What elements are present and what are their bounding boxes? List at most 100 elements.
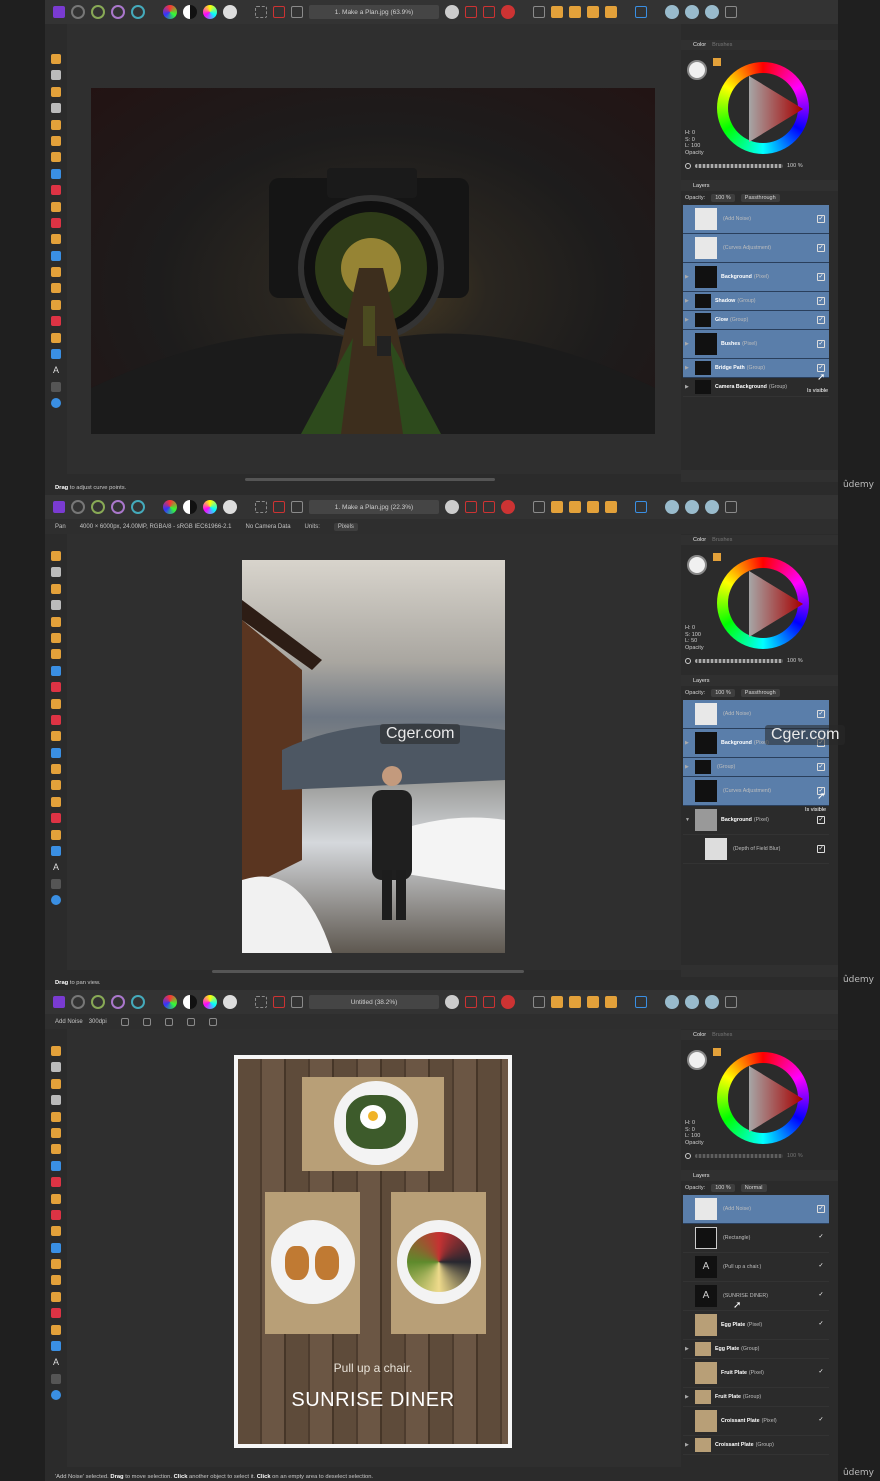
fill-swatch[interactable] (687, 60, 707, 80)
no-color-icon[interactable] (685, 163, 691, 169)
mesh-warp-tool-icon[interactable] (51, 878, 61, 889)
shape-tool-icon[interactable] (51, 349, 61, 360)
pan-tool-icon[interactable] (51, 551, 61, 561)
canvas-area[interactable]: Cger.com (67, 534, 681, 973)
layer-row[interactable]: ▶Background(Pixel)✓ (683, 263, 829, 292)
opacity-slider[interactable]: 100 % (685, 1152, 833, 1160)
order-back-icon[interactable] (551, 996, 563, 1008)
snapping-icon[interactable] (483, 501, 495, 513)
layer-opacity-field[interactable]: 100 % (711, 689, 735, 697)
layer-row[interactable]: (Add Noise) ✓ (683, 205, 829, 234)
settings-icon[interactable] (705, 500, 719, 514)
zoom-tool-icon[interactable] (51, 1390, 61, 1401)
move-tool-icon[interactable] (51, 70, 61, 81)
fill-swatch[interactable] (687, 1050, 707, 1070)
flood-select-tool-icon[interactable] (51, 135, 61, 146)
bw-icon[interactable] (183, 995, 197, 1009)
deselect-icon[interactable] (273, 996, 285, 1008)
expand-icon[interactable]: ▶ (685, 764, 689, 770)
layer-row[interactable]: A (Pull up a chair.) ✓ (683, 1253, 829, 1282)
visibility-checkbox[interactable]: ✓ (817, 316, 825, 324)
shape-tool-icon[interactable] (51, 846, 61, 857)
layers-title[interactable]: Layers (693, 678, 710, 684)
layer-row[interactable]: Fruit Plate (Pixel) ✓ (683, 1359, 829, 1388)
layer-opacity-field[interactable]: 100 % (711, 1184, 735, 1192)
clone-tool-icon[interactable] (51, 764, 61, 775)
deselect-icon[interactable] (273, 501, 285, 513)
magnet-icon[interactable] (501, 500, 515, 514)
fill-swatch[interactable] (687, 555, 707, 575)
visibility-checkbox[interactable]: ✓ (817, 1321, 825, 1329)
order-front-icon[interactable] (587, 6, 599, 18)
studio-icon[interactable] (685, 5, 699, 19)
expand-icon[interactable]: ▶ (685, 1346, 689, 1352)
color-triangle[interactable] (733, 74, 805, 144)
crop-tool-icon[interactable] (51, 1095, 61, 1106)
move-tool-icon[interactable] (51, 1062, 61, 1073)
visibility-checkbox[interactable]: ✓ (817, 273, 825, 281)
blemish-tool-icon[interactable] (51, 283, 61, 294)
flood-fill-tool-icon[interactable] (51, 1160, 61, 1171)
persona-export-icon[interactable] (131, 5, 145, 19)
tab-brushes[interactable]: Brushes (712, 1032, 732, 1038)
gradient-tool-icon[interactable] (51, 185, 61, 196)
arrange-icon[interactable] (533, 6, 545, 18)
blend-mode-select[interactable]: Passthrough (740, 689, 780, 697)
erase-tool-icon[interactable] (51, 731, 61, 742)
color-picker-tool-icon[interactable] (51, 86, 61, 97)
bw-icon[interactable] (183, 5, 197, 19)
visibility-checkbox[interactable]: ✓ (817, 1234, 825, 1242)
layer-row[interactable]: ▶ Shadow (Group) ✓ (683, 292, 829, 311)
magnet-icon[interactable] (501, 995, 515, 1009)
assistant-icon[interactable] (665, 5, 679, 19)
dodge-tool-icon[interactable] (51, 747, 61, 758)
flood-fill-tool-icon[interactable] (51, 168, 61, 179)
settings-icon[interactable] (705, 5, 719, 19)
color-replace-tool-icon[interactable] (51, 1209, 61, 1220)
layer-row[interactable]: ▶ Egg Plate (Group) (683, 1340, 829, 1359)
app-logo-icon[interactable] (53, 6, 65, 18)
bw-icon[interactable] (183, 500, 197, 514)
app-logo-icon[interactable] (53, 501, 65, 513)
expand-icon[interactable]: ▶ (685, 1442, 689, 1448)
blend-mode-select[interactable]: Normal (740, 1184, 767, 1192)
paint-brush-tool-icon[interactable] (51, 698, 61, 709)
pan-tool-icon[interactable] (51, 1046, 61, 1056)
flood-select-tool-icon[interactable] (51, 632, 61, 643)
app-logo-icon[interactable] (53, 996, 65, 1008)
layer-row[interactable]: (Curves Adjustment) ✓ (683, 234, 829, 263)
layers-title[interactable]: Layers (693, 183, 710, 189)
settings-icon[interactable] (705, 995, 719, 1009)
text-tool-icon[interactable]: A (51, 365, 61, 375)
account-icon[interactable] (725, 501, 737, 513)
document-canvas[interactable]: Pull up a chair. SUNRISE DINER (234, 1055, 512, 1448)
expand-icon[interactable]: ▶ (685, 365, 689, 371)
crop-tool-icon[interactable] (51, 103, 61, 114)
align-icon[interactable] (635, 501, 647, 513)
expand-icon[interactable]: ▶ (685, 740, 689, 746)
mask-icon[interactable] (465, 996, 477, 1008)
tab-brushes[interactable]: Brushes (712, 42, 732, 48)
quick-mask-icon[interactable] (445, 5, 459, 19)
expand-icon[interactable]: ▶ (685, 341, 689, 347)
document-title[interactable]: 1. Make a Plan.jpg (63.9%) (309, 5, 439, 19)
marquee-tool-icon[interactable] (51, 1144, 61, 1155)
visibility-checkbox[interactable]: ✓ (817, 710, 825, 718)
magnet-icon[interactable] (501, 5, 515, 19)
visibility-checkbox[interactable]: ✓ (817, 297, 825, 305)
shape-tool-icon[interactable] (51, 1341, 61, 1352)
paint-brush-tool-icon[interactable] (51, 1193, 61, 1204)
persona-export-icon[interactable] (131, 995, 145, 1009)
clone-tool-icon[interactable] (51, 267, 61, 278)
order-back-icon[interactable] (551, 6, 563, 18)
color-triangle[interactable] (733, 1064, 805, 1134)
opacity-slider[interactable]: 100 % (685, 657, 833, 665)
document-title[interactable]: 1. Make a Plan.jpg (22.3%) (309, 500, 439, 514)
expand-icon[interactable]: ▶ (685, 298, 689, 304)
color-adjust-icon[interactable] (163, 5, 177, 19)
layer-row[interactable]: ▶ Glow (Group) ✓ (683, 311, 829, 330)
opacity-value[interactable]: 100 % (787, 1153, 803, 1159)
white-balance-icon[interactable] (223, 5, 237, 19)
white-balance-icon[interactable] (223, 995, 237, 1009)
invert-selection-icon[interactable] (291, 501, 303, 513)
